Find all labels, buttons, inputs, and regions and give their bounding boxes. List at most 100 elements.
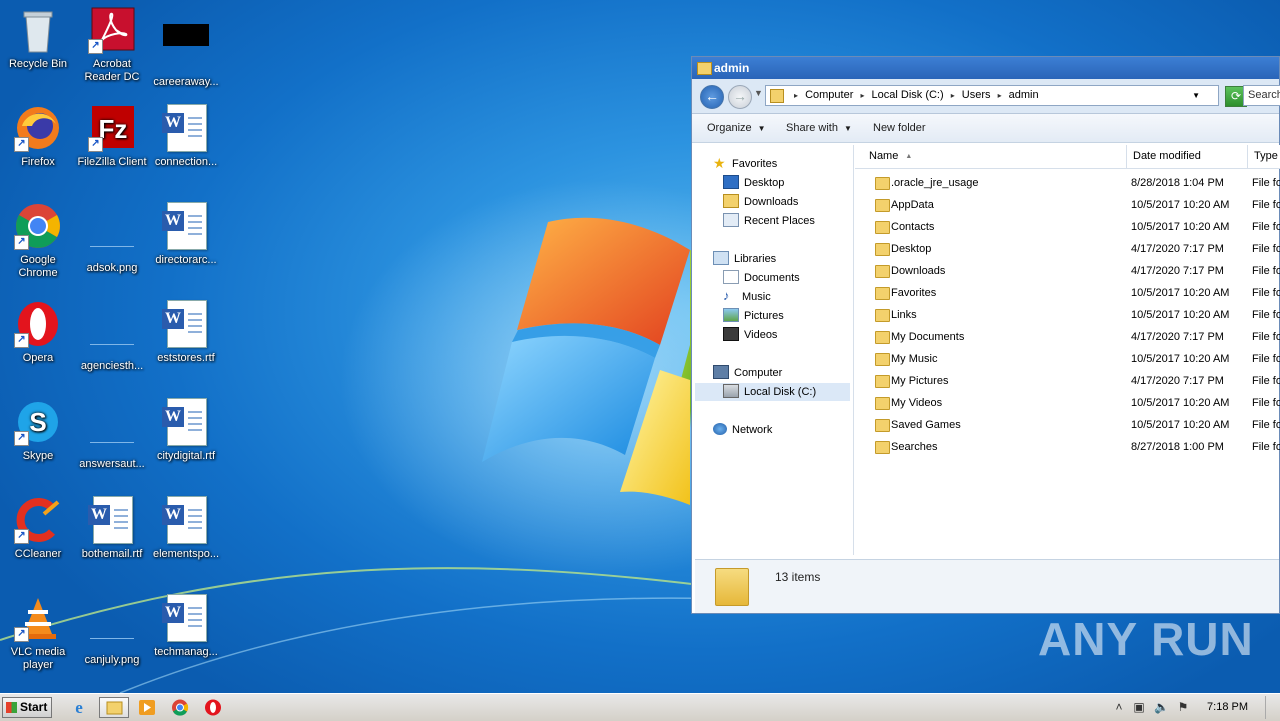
navigation-pane[interactable]: ★ Favorites Desktop Downloads Recent Plac… xyxy=(695,145,854,555)
forward-button[interactable]: → xyxy=(728,85,752,109)
breadcrumb-arrow-icon[interactable]: ▸ xyxy=(860,91,864,100)
desktop-icon-answersaut[interactable]: answersaut... xyxy=(74,398,150,471)
file-date-modified: 10/5/2017 10:20 AM xyxy=(1131,221,1230,233)
desktop-icon-filezilla[interactable]: Fz ↗ FileZilla Client xyxy=(74,104,150,169)
desktop-icon-skype[interactable]: S ↗ Skype xyxy=(0,398,76,463)
file-row[interactable]: Links 10/5/2017 10:20 AM File fo xyxy=(855,304,1280,326)
volume-icon[interactable]: 🔈 xyxy=(1154,700,1169,714)
file-row[interactable]: Favorites 10/5/2017 10:20 AM File fo xyxy=(855,282,1280,304)
desktop-icon-recycle-bin[interactable]: Recycle Bin xyxy=(0,6,76,71)
taskbar-media-player[interactable] xyxy=(134,697,160,718)
column-header-type[interactable]: Type xyxy=(1248,145,1280,168)
column-header-date-modified[interactable]: Date modified xyxy=(1127,145,1248,168)
desktop-icon-firefox[interactable]: ↗ Firefox xyxy=(0,104,76,169)
word-document-icon: W xyxy=(162,300,210,348)
desktop-icon-eststores[interactable]: W eststores.rtf xyxy=(148,300,224,365)
taskbar-chrome[interactable] xyxy=(167,697,193,718)
nav-network-label: Network xyxy=(732,424,773,436)
file-name: Saved Games xyxy=(891,419,961,431)
breadcrumb-users[interactable]: Users xyxy=(962,89,991,101)
address-dropdown-icon[interactable]: ▼ xyxy=(1192,86,1200,105)
nav-local-disk[interactable]: Local Disk (C:) xyxy=(695,383,850,401)
column-header-name[interactable]: Name ▲ xyxy=(855,145,1127,168)
file-list[interactable]: .oracle_jre_usage 8/28/2018 1:04 PM File f… xyxy=(855,172,1280,555)
file-name: AppData xyxy=(891,199,934,211)
action-center-flag-icon[interactable]: ⚑ xyxy=(1176,700,1190,714)
desktop-icon-google-chrome[interactable]: ↗ Google Chrome xyxy=(0,202,76,280)
file-row[interactable]: My Documents 4/17/2020 7:17 PM File fo xyxy=(855,326,1280,348)
file-row[interactable]: .oracle_jre_usage 8/28/2018 1:04 PM File f… xyxy=(855,172,1280,194)
folder-icon xyxy=(875,177,890,190)
folder-icon xyxy=(875,243,890,256)
file-date-modified: 8/27/2018 1:00 PM xyxy=(1131,441,1224,453)
desktop-icon-adsok[interactable]: adsok.png xyxy=(74,202,150,275)
explorer-window[interactable]: admin ← → ▼ ▸ Computer ▸ Local Disk (C:)… xyxy=(691,56,1280,614)
file-row[interactable]: Downloads 4/17/2020 7:17 PM File fo xyxy=(855,260,1280,282)
nav-downloads[interactable]: Downloads xyxy=(723,193,798,211)
taskbar-internet-explorer[interactable]: e xyxy=(66,697,92,718)
folder-icon xyxy=(875,265,890,278)
start-button[interactable]: Start xyxy=(2,697,52,718)
taskbar-windows-explorer[interactable] xyxy=(99,697,129,718)
network-status-icon[interactable]: ▣ xyxy=(1132,700,1146,714)
breadcrumb-computer[interactable]: Computer xyxy=(805,89,853,101)
nav-music[interactable]: ♪ Music xyxy=(723,288,771,306)
organize-button[interactable]: Organize ▼ xyxy=(707,114,766,143)
nav-pictures[interactable]: Pictures xyxy=(723,307,784,325)
clock[interactable]: 7:18 PM xyxy=(1207,701,1248,713)
nav-documents[interactable]: Documents xyxy=(723,269,800,287)
desktop-icon-careeraway[interactable]: careeraway... xyxy=(148,6,224,89)
address-box[interactable]: ▸ Computer ▸ Local Disk (C:) ▸ Users ▸ a… xyxy=(765,85,1219,106)
file-row[interactable]: Contacts 10/5/2017 10:20 AM File fo xyxy=(855,216,1280,238)
desktop-icon-connection[interactable]: W connection... xyxy=(148,104,224,169)
search-input[interactable]: Search xyxy=(1243,85,1280,106)
breadcrumb-arrow-icon[interactable]: ▸ xyxy=(794,91,798,100)
desktop-icon-bothemail[interactable]: W bothemail.rtf xyxy=(74,496,150,561)
file-date-modified: 10/5/2017 10:20 AM xyxy=(1131,397,1230,409)
desktop-icon-vlc[interactable]: ↗ VLC media player xyxy=(0,594,76,672)
show-hidden-icons-icon[interactable]: ˄ xyxy=(1112,700,1126,714)
share-with-button[interactable]: Share with ▼ xyxy=(786,114,852,143)
breadcrumb-arrow-icon[interactable]: ▸ xyxy=(951,91,955,100)
nav-libraries[interactable]: Libraries xyxy=(713,250,776,268)
nav-videos[interactable]: Videos xyxy=(723,326,777,344)
desktop-icon-agenciesth[interactable]: agenciesth... xyxy=(74,300,150,373)
back-button[interactable]: ← xyxy=(700,85,724,109)
window-titlebar[interactable]: admin xyxy=(692,57,1279,79)
desktop-icon-opera[interactable]: ↗ Opera xyxy=(0,300,76,365)
file-row[interactable]: My Videos 10/5/2017 10:20 AM File fo xyxy=(855,392,1280,414)
file-name: Downloads xyxy=(891,265,946,277)
nav-network[interactable]: Network xyxy=(713,421,772,439)
file-row[interactable]: Searches 8/27/2018 1:00 PM File fo xyxy=(855,436,1280,458)
new-folder-button[interactable]: New folder xyxy=(873,114,926,142)
desktop-icon-citydigital[interactable]: W citydigital.rtf xyxy=(148,398,224,463)
taskbar-opera[interactable] xyxy=(200,697,226,718)
nav-favorites[interactable]: ★ Favorites xyxy=(713,155,777,173)
file-row[interactable]: Saved Games 10/5/2017 10:20 AM File fo xyxy=(855,414,1280,436)
nav-computer[interactable]: Computer xyxy=(713,364,782,382)
start-label: Start xyxy=(20,700,48,714)
nav-desktop[interactable]: Desktop xyxy=(723,174,784,192)
show-desktop-button[interactable] xyxy=(1265,696,1280,719)
computer-icon xyxy=(713,365,729,380)
breadcrumb-local-disk[interactable]: Local Disk (C:) xyxy=(872,89,944,101)
recent-pages-dropdown[interactable]: ▼ xyxy=(754,88,763,98)
file-row[interactable]: My Music 10/5/2017 10:20 AM File fo xyxy=(855,348,1280,370)
shortcut-arrow-icon: ↗ xyxy=(14,235,29,250)
nav-libraries-label: Libraries xyxy=(734,253,777,265)
nav-recent-places[interactable]: Recent Places xyxy=(723,212,815,230)
desktop-icon-acrobat-reader[interactable]: ↗ Acrobat Reader DC xyxy=(74,6,150,84)
file-type: File fo xyxy=(1252,221,1280,233)
system-tray: ˄ ▣ 🔈 ⚑ 7:18 PM xyxy=(1110,696,1280,719)
desktop-icon-directorarc[interactable]: W directorarc... xyxy=(148,202,224,267)
desktop-icon-canjuly[interactable]: canjuly.png xyxy=(74,594,150,667)
breadcrumb-arrow-icon[interactable]: ▸ xyxy=(998,91,1002,100)
desktop-icon-ccleaner[interactable]: ↗ CCleaner xyxy=(0,496,76,561)
file-row[interactable]: My Pictures 4/17/2020 7:17 PM File fo xyxy=(855,370,1280,392)
libraries-icon xyxy=(713,251,729,266)
file-row[interactable]: AppData 10/5/2017 10:20 AM File fo xyxy=(855,194,1280,216)
desktop-icon-elementspo[interactable]: W elementspo... xyxy=(148,496,224,561)
file-row[interactable]: Desktop 4/17/2020 7:17 PM File fo xyxy=(855,238,1280,260)
desktop-icon-techmanag[interactable]: W techmanag... xyxy=(148,594,224,659)
breadcrumb-admin[interactable]: admin xyxy=(1009,89,1039,101)
